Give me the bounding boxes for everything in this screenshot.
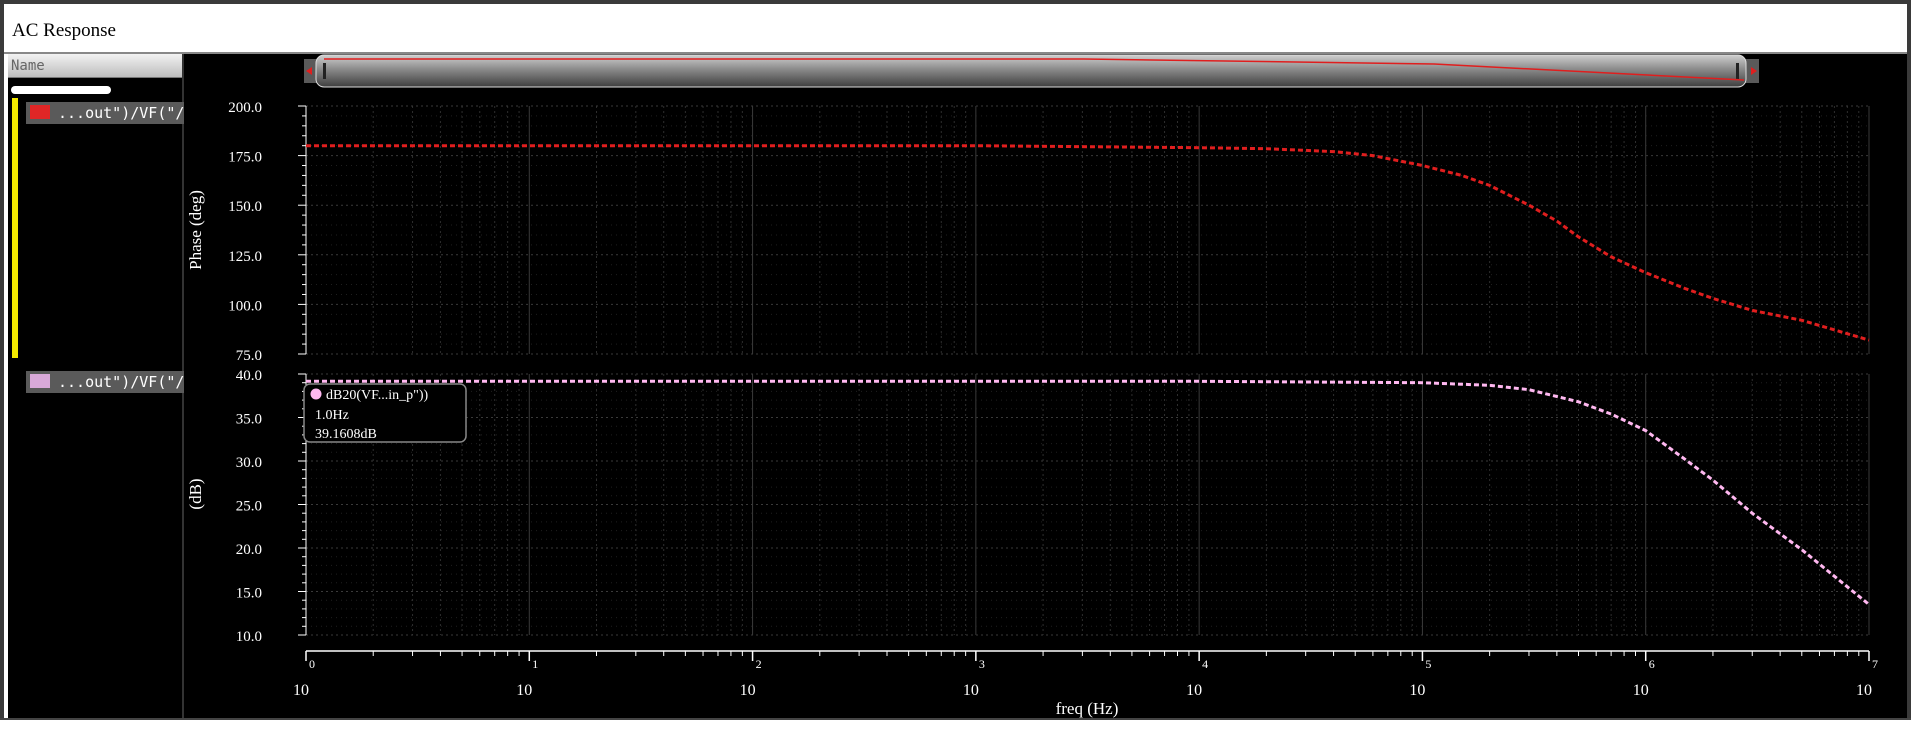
- trace-sidebar: Name ...out")/VF("/V ...out")/VF("/V: [8, 54, 193, 726]
- x-tick-base: 10: [740, 682, 756, 699]
- phase-ytick-label: 100.0: [228, 298, 262, 314]
- x-tick-exponent: 3: [979, 657, 985, 671]
- x-tick-exponent: 7: [1872, 657, 1878, 671]
- axes: [298, 105, 1870, 661]
- sidebar-scrollbar[interactable]: [11, 86, 111, 94]
- x-tick-base: 10: [1633, 682, 1649, 699]
- right-border: [1907, 54, 1911, 726]
- strip-indicator: [12, 98, 18, 358]
- trace-item-phase[interactable]: ...out")/VF("/V: [26, 102, 193, 124]
- marker-tooltip[interactable]: dB20(VF...in_p")) 1.0Hz 39.1608dB: [303, 383, 467, 443]
- db-ytick-label: 15.0: [236, 586, 262, 602]
- db-grid: [305, 373, 1870, 636]
- phase-ytick-label: 200.0: [228, 100, 262, 116]
- x-tick-exponent: 6: [1649, 657, 1655, 671]
- db-ytick-label: 25.0: [236, 499, 262, 515]
- chart-svg: 200.0175.0150.0125.0100.075.040.035.030.…: [186, 54, 1878, 718]
- title-bar: AC Response: [4, 4, 1907, 54]
- db-axis-label: (dB): [186, 478, 205, 509]
- x-tick-exponent: 0: [309, 657, 315, 671]
- phase-ytick-label: 125.0: [228, 249, 262, 265]
- x-tick-exponent: 1: [532, 657, 538, 671]
- phase-ytick-label: 150.0: [228, 199, 262, 215]
- x-tick-exponent: 2: [756, 657, 762, 671]
- phase-axis-label: Phase (deg): [186, 190, 205, 270]
- trace-color-swatch: [30, 105, 50, 119]
- x-tick-exponent: 5: [1425, 657, 1431, 671]
- marker-x-value: 1.0Hz: [315, 408, 349, 423]
- tick-labels: 200.0175.0150.0125.0100.075.040.035.030.…: [228, 100, 1878, 699]
- phase-trace: [306, 144, 1870, 342]
- plot-area: 200.0 175.0 150.0 125.0 100.0 75.0 40.0 35.0 30.…: [184, 54, 1907, 726]
- db-ytick-label: 35.0: [236, 412, 262, 428]
- bottom-border: [0, 718, 1911, 733]
- db-trace: [306, 379, 1870, 606]
- db-ytick-label: 30.0: [236, 455, 262, 471]
- x-tick-base: 10: [963, 682, 979, 699]
- x-tick-base: 10: [293, 682, 309, 699]
- db-ytick-label: 20.0: [236, 542, 262, 558]
- db-ytick-label: 40.0: [236, 368, 262, 384]
- overview-scrollbar[interactable]: [304, 54, 1759, 88]
- x-tick-base: 10: [1856, 682, 1872, 699]
- trace-item-db[interactable]: ...out")/VF("/V: [26, 371, 193, 393]
- x-tick-base: 10: [1409, 682, 1425, 699]
- trace-label: ...out")/VF("/V: [58, 373, 194, 391]
- name-header-label: Name: [11, 58, 45, 74]
- marker-dot-icon: [310, 388, 322, 400]
- marker-y-value: 39.1608dB: [315, 427, 377, 442]
- trace-color-swatch: [30, 374, 50, 388]
- db-ytick-label: 10.0: [236, 629, 262, 645]
- x-tick-exponent: 4: [1202, 657, 1208, 671]
- window-title: AC Response: [12, 20, 116, 41]
- name-column-header[interactable]: Name: [8, 54, 182, 78]
- traces: [306, 144, 1870, 606]
- x-tick-base: 10: [1186, 682, 1202, 699]
- x-tick-base: 10: [516, 682, 532, 699]
- trace-label: ...out")/VF("/V: [58, 104, 194, 122]
- phase-grid: [305, 105, 1870, 355]
- x-axis-label: freq (Hz): [1056, 699, 1119, 718]
- phase-ytick-label: 175.0: [228, 150, 262, 166]
- phase-ytick-label: 75.0: [236, 348, 262, 364]
- app-window: AC Response Name ...out")/VF("/V ...out"…: [0, 0, 1911, 733]
- marker-trace-name: dB20(VF...in_p")): [326, 388, 429, 403]
